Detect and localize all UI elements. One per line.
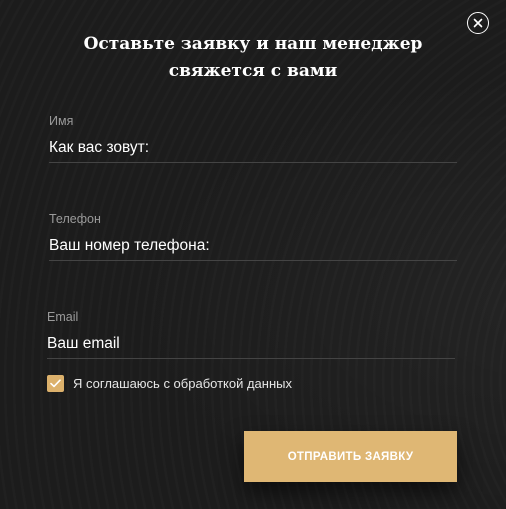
name-field: Имя — [49, 114, 457, 163]
name-field-label: Имя — [49, 114, 74, 128]
consent-row: Я соглашаюсь с обработкой данных — [47, 375, 292, 392]
email-input[interactable] — [47, 332, 455, 356]
email-field-label: Email — [47, 310, 79, 324]
phone-field: Телефон — [49, 212, 457, 261]
form-title-line-1: Оставьте заявку и наш менеджер — [83, 34, 423, 54]
phone-input[interactable] — [49, 234, 457, 258]
form-title: Оставьте заявку и наш менеджер свяжется … — [0, 31, 506, 85]
email-field: Email — [47, 310, 455, 359]
checkmark-icon — [50, 379, 61, 388]
consent-checkbox[interactable] — [47, 375, 64, 392]
consent-label: Я соглашаюсь с обработкой данных — [73, 376, 292, 391]
phone-field-label: Телефон — [49, 212, 101, 226]
form-title-line-2: свяжется с вами — [168, 61, 338, 81]
submit-button[interactable]: ОТПРАВИТЬ ЗАЯВКУ — [244, 431, 457, 482]
request-form-modal: Оставьте заявку и наш менеджер свяжется … — [0, 0, 506, 509]
name-input[interactable] — [49, 136, 457, 160]
close-icon — [473, 18, 483, 28]
